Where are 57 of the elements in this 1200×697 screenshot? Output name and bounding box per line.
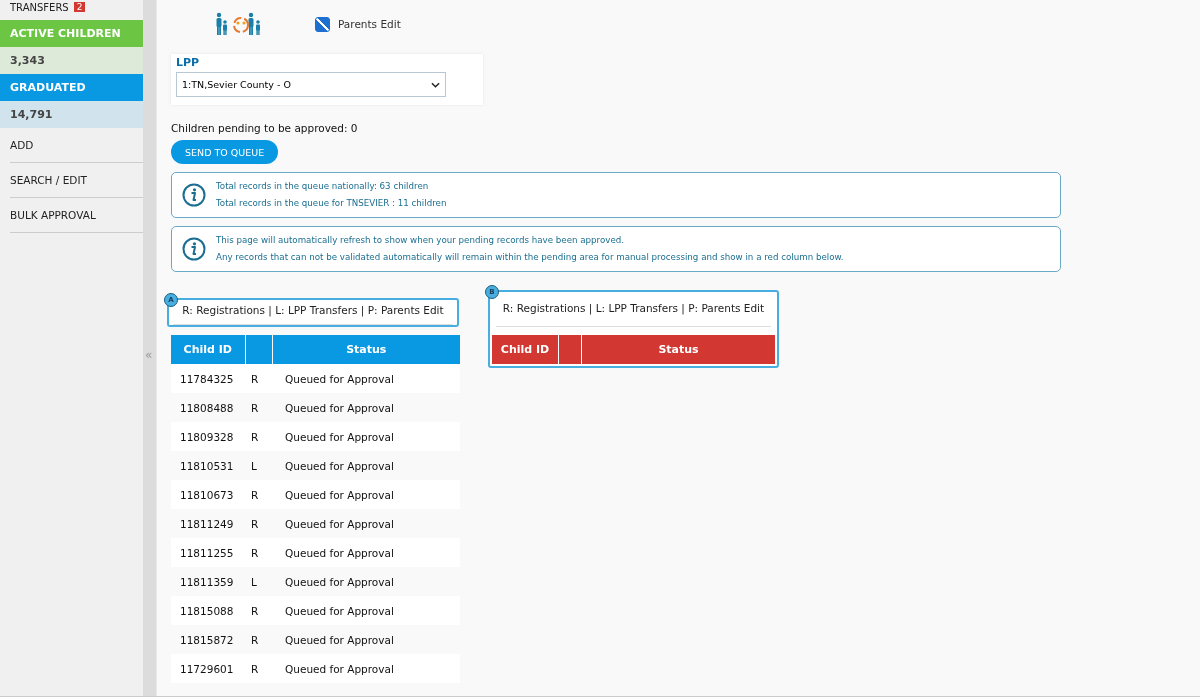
table-cell: Queued for Approval [272, 654, 460, 683]
info-text: Total records in the queue for TNSEVIER : 11 children [216, 197, 447, 210]
table-cell: 11815088 [171, 596, 245, 625]
column-header: Child ID [171, 335, 245, 364]
stat-label: ACTIVE CHILDREN [0, 20, 143, 47]
column-header: Child ID [492, 335, 559, 364]
table-cell: Queued for Approval [272, 393, 460, 422]
table-cell: R [245, 625, 272, 654]
stat-value: 3,343 [0, 47, 143, 74]
table-cell: 11811249 [171, 509, 245, 538]
table-cell: Queued for Approval [272, 567, 460, 596]
checkbox[interactable] [315, 16, 330, 32]
table-cell: 11811255 [171, 538, 245, 567]
table-cell: Queued for Approval [272, 538, 460, 567]
table-cell: 11729601 [171, 654, 245, 683]
dropdown[interactable]: 1:TN,Sevier County - O [176, 72, 446, 97]
table-cell: R [245, 364, 272, 393]
table-cell: Queued for Approval [272, 509, 460, 538]
table-cell: R [245, 654, 272, 683]
info-text: This page will automatically refresh to show when your pending records have been approved. [216, 234, 626, 247]
column-header: Status [581, 335, 775, 364]
column-header: Status [272, 335, 460, 364]
info-text: Any records that can not be validated automatically will remain within the pending area for manual processing and show in a red column below. [216, 251, 844, 264]
stat-value: 14,791 [0, 101, 143, 128]
table-cell: R [245, 538, 272, 567]
stat-label: GRADUATED [0, 74, 143, 101]
table-cell: Queued for Approval [272, 422, 460, 451]
count-badge: 2 [73, 2, 86, 12]
table-cell: 11815872 [171, 625, 245, 654]
table-cell: 11808488 [171, 393, 245, 422]
table-cell: R [245, 393, 272, 422]
info-icon [182, 183, 206, 207]
caret-icon [431, 81, 440, 88]
table-cell: R [245, 480, 272, 509]
table-cell: 11810673 [171, 480, 245, 509]
table-cell: Queued for Approval [272, 480, 460, 509]
table-cell: R [245, 509, 272, 538]
table-cell: Queued for Approval [272, 596, 460, 625]
checkbox-label: Parents Edit [338, 18, 401, 30]
table-cell: 11810531 [171, 451, 245, 480]
table-cell: R [245, 596, 272, 625]
table-cell: R [245, 422, 272, 451]
info-text: Total records in the queue nationally: 63 children [216, 180, 430, 193]
table-cell: 11809328 [171, 422, 245, 451]
table-cell: 11784325 [171, 364, 245, 393]
table-cell: Queued for Approval [272, 625, 460, 654]
legend-text: R: Registrations | L: LPP Transfers | P: Parents Edit [173, 300, 453, 325]
field-label: LPP [176, 56, 201, 69]
table-cell: L [245, 567, 272, 596]
legend-text: R: Registrations | L: LPP Transfers | P: Parents Edit [496, 292, 771, 327]
table-cell: 11811359 [171, 567, 245, 596]
sidebar-item[interactable]: TRANSFERS 2 [0, 0, 143, 14]
table-cell: L [245, 451, 272, 480]
pending-text: Children pending to be approved: 0 [171, 122, 359, 134]
table-cell: Queued for Approval [272, 451, 460, 480]
info-icon [182, 237, 206, 261]
table-cell: Queued for Approval [272, 364, 460, 393]
